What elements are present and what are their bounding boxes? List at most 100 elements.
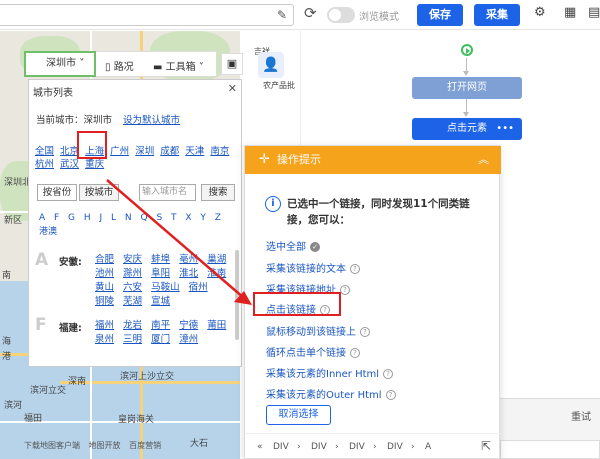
save-button[interactable]: 保存 [417, 4, 463, 26]
table-icon[interactable]: ▤ [588, 5, 600, 20]
city-link[interactable]: 南平 [151, 319, 170, 333]
top-toolbar: ✎ ⟳ 浏览模式 保存 采集 ⚙ ▦ ▤ [0, 0, 600, 30]
help-icon[interactable]: ? [385, 390, 396, 400]
tab-by-city[interactable]: 按城市 [79, 184, 119, 201]
city-link[interactable]: 全国 [35, 146, 54, 157]
message-icon[interactable]: ▣ [221, 53, 243, 75]
option-collect-text[interactable]: 采集该链接的文本? [266, 260, 360, 275]
option-loop-click[interactable]: 循环点击单个链接? [266, 344, 360, 359]
refresh-icon[interactable]: ⟳ [304, 4, 317, 22]
roads-button[interactable]: ▯ 路况 [105, 58, 134, 73]
url-input[interactable]: ✎ [0, 4, 294, 26]
city-link[interactable]: 铜陵 [95, 295, 114, 309]
help-icon[interactable]: ? [383, 369, 394, 379]
map-footer-link[interactable]: 下载地图客户端 [24, 441, 80, 450]
set-default-city-link[interactable]: 设为默认城市 [123, 115, 180, 126]
city-link[interactable]: 宁德 [179, 319, 198, 333]
option-outer-html[interactable]: 采集该元素的Outer Html? [266, 386, 396, 401]
help-icon[interactable]: ? [340, 285, 350, 295]
map-label: 新区 [4, 216, 23, 226]
city-link[interactable]: 宣城 [151, 295, 170, 309]
help-icon[interactable]: ? [350, 264, 360, 274]
more-icon[interactable]: ••• [496, 118, 514, 140]
option-inner-html[interactable]: 采集该元素的Inner Html? [266, 365, 394, 380]
tab-by-province[interactable]: 按省份 [37, 184, 77, 201]
map-label: 港 [2, 352, 12, 362]
map-footer-link[interactable]: 百度营销 [129, 441, 161, 450]
tips-header[interactable]: ✛ 操作提示 ︽ [245, 146, 501, 174]
breadcrumb-item[interactable]: DIV [349, 442, 365, 452]
collapse-icon[interactable]: ︽ [478, 146, 489, 174]
option-hover-link[interactable]: 鼠标移动到该链接上? [266, 323, 370, 338]
open-external-icon[interactable]: ⇱ [481, 439, 491, 453]
province-letter: A [35, 250, 49, 270]
breadcrumb-item[interactable]: DIV [387, 442, 403, 452]
edit-icon[interactable]: ✎ [277, 8, 287, 22]
breadcrumb-item[interactable]: DIV [273, 442, 289, 452]
city-link[interactable]: 淮南 [207, 267, 226, 281]
city-link[interactable]: 南京 [210, 146, 229, 157]
city-link[interactable]: 福州 [95, 319, 114, 333]
city-link[interactable]: 合肥 [95, 253, 114, 267]
city-link[interactable]: 杭州 [35, 159, 54, 170]
letter-index[interactable]: A F G H J L N Q S T X Y Z 港澳 [39, 211, 229, 239]
collect-button[interactable]: 采集 [474, 4, 520, 26]
tips-description: 已选中一个链接，同时发现11个同类链接，您可以： [287, 198, 470, 226]
start-node-icon[interactable] [461, 44, 473, 56]
city-link[interactable]: 天津 [185, 146, 204, 157]
breadcrumb-item[interactable]: A [425, 442, 431, 452]
letter-list-hk-macau[interactable]: 港澳 [39, 225, 229, 239]
breadcrumb-back-icon[interactable]: « [257, 442, 263, 452]
cancel-selection-button[interactable]: 取消选择 [266, 405, 331, 425]
current-city: 当前城市：深圳市 设为默认城市 [36, 112, 180, 126]
help-icon[interactable]: ? [350, 348, 360, 358]
city-link[interactable]: 成都 [160, 146, 179, 157]
city-link[interactable]: 安庆 [123, 253, 142, 267]
city-link[interactable]: 武汉 [60, 159, 79, 170]
option-select-all[interactable]: 选中全部 ✓ [266, 238, 320, 253]
city-link[interactable]: 六安 [123, 281, 142, 295]
node-click-element[interactable]: 点击元素 ••• [412, 118, 522, 140]
city-link[interactable]: 马鞍山 [151, 281, 180, 295]
city-link[interactable]: 池州 [95, 267, 114, 281]
city-link[interactable]: 漳州 [179, 333, 198, 347]
close-icon[interactable]: ✕ [228, 82, 237, 95]
city-link[interactable]: 三明 [123, 333, 142, 347]
bottom-input[interactable] [500, 440, 600, 459]
city-link[interactable]: 黄山 [95, 281, 114, 295]
city-panel-scrollbar[interactable] [235, 250, 239, 340]
city-link[interactable]: 淮北 [179, 267, 198, 281]
city-link[interactable]: 莆田 [207, 319, 226, 333]
search-button[interactable]: 搜索 [201, 184, 235, 201]
city-link[interactable]: 巢湖 [207, 253, 226, 267]
browse-mode-toggle[interactable] [327, 7, 355, 23]
city-link[interactable]: 滁州 [123, 267, 142, 281]
avatar-icon[interactable]: 👤 [258, 52, 284, 78]
city-link[interactable]: 深圳 [135, 146, 154, 157]
map-footer-link[interactable]: 地图开放 [89, 441, 121, 450]
map-label: 滨河立交 [30, 386, 67, 396]
grid-icon[interactable]: ▦ [564, 5, 576, 20]
city-link[interactable]: 宿州 [189, 281, 208, 295]
city-link[interactable]: 广州 [110, 146, 129, 157]
city-link[interactable]: 泉州 [95, 333, 114, 347]
city-link[interactable]: 阜阳 [151, 267, 170, 281]
option-label: 采集该元素的Inner Html [266, 369, 380, 380]
node-open-page[interactable]: 打开网页 [412, 77, 522, 99]
city-link[interactable]: 龙岩 [123, 319, 142, 333]
help-icon[interactable]: ? [360, 327, 370, 337]
province-cities: 合肥 安庆 蚌埠 亳州 巢湖 池州 滁州 阜阳 淮北 淮南 黄山 六安 马鞍山 … [95, 253, 233, 309]
city-selector[interactable]: 深圳市 ˅ [24, 51, 96, 77]
toolbox-button[interactable]: ▬ 工具箱 ˅ [153, 58, 204, 73]
city-link[interactable]: 蚌埠 [151, 253, 170, 267]
retry-button[interactable]: 重试 [571, 408, 591, 423]
city-link[interactable]: 重庆 [85, 159, 104, 170]
city-link[interactable]: 亳州 [179, 253, 198, 267]
move-icon[interactable]: ✛ [259, 146, 270, 174]
city-link[interactable]: 厦门 [151, 333, 170, 347]
gear-icon[interactable]: ⚙ [534, 5, 546, 20]
city-link[interactable]: 芜湖 [123, 295, 142, 309]
breadcrumb-item[interactable]: DIV [311, 442, 327, 452]
letter-list[interactable]: A F G H J L N Q S T X Y Z [39, 211, 229, 225]
city-name-input[interactable]: 输入城市名 [139, 184, 196, 201]
